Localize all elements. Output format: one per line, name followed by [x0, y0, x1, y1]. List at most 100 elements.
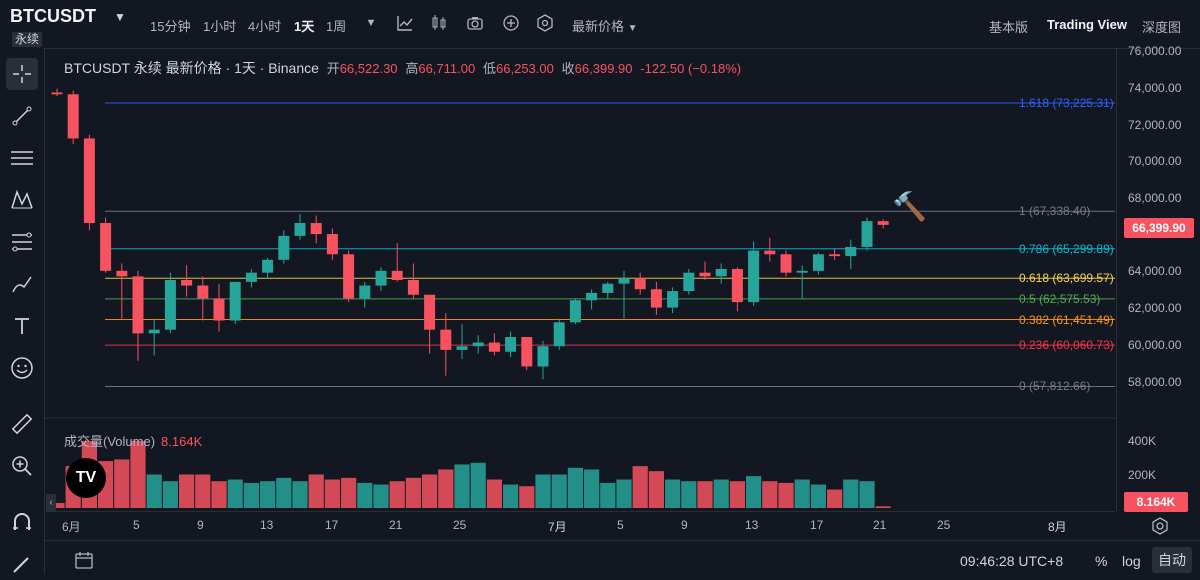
candle-body — [553, 322, 565, 347]
last-price-tag: 66,399.90 — [1124, 218, 1194, 238]
chevron-down-icon: ▼ — [627, 23, 638, 34]
volume-bar — [227, 479, 243, 508]
auto-scale-toggle[interactable]: 自动 — [1152, 547, 1192, 573]
volume-bar — [600, 482, 616, 508]
fib-level-label: 0.382 (61,451.49) — [1019, 312, 1114, 327]
volume-bar — [567, 467, 583, 508]
volume-bar — [454, 464, 470, 508]
settings-hex-icon[interactable] — [536, 14, 554, 32]
tab-basic[interactable]: 基本版 — [989, 17, 1028, 36]
candle-body — [67, 94, 79, 139]
tab-depth[interactable]: 深度图 — [1142, 17, 1181, 36]
timeframe-4h[interactable]: 4小时 — [248, 16, 281, 35]
collapse-arrow-icon[interactable]: ‹ — [46, 494, 56, 512]
text-icon[interactable] — [6, 310, 38, 342]
volume-bar — [438, 469, 454, 508]
volume-bar — [810, 484, 826, 508]
timeframe-1h[interactable]: 1小时 — [203, 16, 236, 35]
pattern-icon[interactable] — [6, 184, 38, 216]
indicators-icon[interactable] — [396, 14, 414, 32]
timeframe-more-icon[interactable]: ▼ — [362, 14, 380, 32]
fib-level-label: 1.618 (73,225.31) — [1019, 96, 1114, 111]
calendar-icon[interactable] — [74, 550, 94, 570]
volume-label: 成交量(Volume) — [64, 434, 156, 449]
percent-toggle[interactable]: % — [1095, 553, 1107, 569]
trend-line-icon[interactable] — [6, 100, 38, 132]
volume-bar — [746, 476, 762, 508]
price-type-select[interactable]: 最新价格 ▼ — [572, 16, 638, 35]
volume-bar — [260, 481, 276, 508]
candle-body — [229, 281, 241, 321]
price-tick: 60,000.00 — [1128, 338, 1182, 352]
volume-bar — [616, 479, 632, 508]
fib-level-label: 0.5 (62,575.53) — [1019, 291, 1101, 306]
candle-body — [343, 254, 355, 299]
legend-high-label: 高 — [405, 61, 419, 76]
timeframe-15m[interactable]: 15分钟 — [150, 16, 190, 35]
fib-retracement-icon[interactable] — [6, 226, 38, 258]
volume-bar — [827, 489, 843, 508]
candle-body — [100, 223, 112, 271]
magnet-icon[interactable] — [6, 506, 38, 538]
volume-bar — [389, 481, 405, 508]
fib-retracement-lines — [105, 102, 1115, 387]
volume-bar — [632, 466, 648, 508]
volume-bar — [486, 479, 502, 508]
candle-body — [683, 272, 695, 292]
symbol-dropdown-icon[interactable]: ▼ — [114, 10, 126, 24]
volume-bar — [405, 477, 421, 508]
candle-body — [51, 92, 63, 95]
candle-body — [586, 292, 598, 301]
volume-bar — [308, 474, 324, 508]
time-tick: 17 — [325, 518, 339, 532]
add-icon[interactable] — [502, 14, 520, 32]
candlestick-chart[interactable] — [45, 48, 1115, 511]
price-tick: 76,000.00 — [1128, 44, 1182, 58]
candle-body — [294, 223, 306, 236]
camera-icon[interactable] — [466, 14, 484, 32]
timeframe-1d[interactable]: 1天 — [294, 16, 314, 35]
timeframe-1w[interactable]: 1周 — [326, 16, 346, 35]
time-tick: 13 — [260, 518, 274, 532]
volume-bar — [130, 441, 146, 508]
candle-body — [83, 138, 95, 224]
candle-body — [197, 285, 209, 299]
zoom-in-icon[interactable] — [6, 450, 38, 482]
candle-body — [634, 278, 646, 290]
perpetual-badge: 永续 — [12, 32, 43, 47]
volume-bar — [422, 474, 438, 508]
symbol-name[interactable]: BTCUSDT — [10, 6, 96, 27]
time-axis[interactable] — [45, 511, 1115, 540]
candle-body — [861, 221, 873, 247]
time-tick: 25 — [453, 518, 467, 532]
time-tick: 6月 — [62, 520, 81, 534]
fib-level-label: 1 (67,338.40) — [1019, 204, 1091, 219]
tab-tradingview[interactable]: Trading View — [1047, 17, 1127, 32]
tradingview-logo[interactable]: TV — [66, 458, 106, 498]
time-tick: 25 — [937, 518, 951, 532]
candle-body — [731, 268, 743, 303]
pencil-lock-icon[interactable] — [6, 548, 38, 580]
time-tick: 8月 — [1048, 520, 1067, 534]
gear-icon[interactable] — [1150, 516, 1170, 536]
volume-bar — [195, 474, 211, 508]
ruler-icon[interactable] — [6, 408, 38, 440]
time-tick: 5 — [617, 518, 624, 532]
chart-type-icon[interactable] — [430, 14, 448, 32]
volume-bar — [470, 462, 486, 508]
volume-bar — [762, 481, 778, 508]
candle-body — [278, 235, 290, 260]
clock: 09:46:28 UTC+8 — [960, 553, 1064, 569]
volume-bar — [681, 481, 697, 508]
candle-body — [488, 342, 500, 352]
emoji-icon[interactable] — [6, 352, 38, 384]
volume-bar — [324, 479, 340, 508]
fib-level-label: 0.618 (63,699.57) — [1019, 271, 1114, 286]
candle-body — [116, 270, 128, 277]
log-toggle[interactable]: log — [1122, 553, 1141, 569]
horizontal-lines-icon[interactable] — [6, 142, 38, 174]
candle-body — [796, 270, 808, 273]
volume-tick: 200K — [1128, 468, 1157, 482]
brush-icon[interactable] — [6, 268, 38, 300]
crosshair-icon[interactable] — [6, 58, 38, 90]
